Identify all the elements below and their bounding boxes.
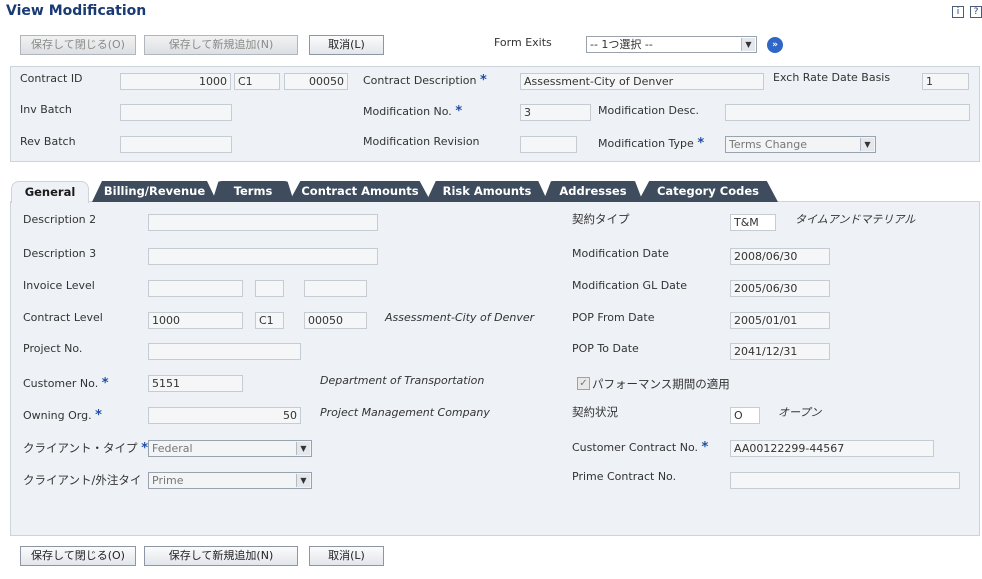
footer-save-close-button[interactable]: 保存して閉じる(O)	[20, 546, 136, 566]
cancel-button[interactable]: 取消(L)	[309, 35, 384, 55]
pop-apply-label: パフォーマンス期間の適用	[592, 377, 730, 391]
project-no-field[interactable]	[148, 343, 301, 360]
client-sub-select[interactable]: Prime ▼	[148, 472, 312, 489]
desc3-field[interactable]	[148, 248, 378, 265]
rev-batch-label: Rev Batch	[20, 135, 76, 148]
chevron-down-icon: ▼	[296, 474, 310, 487]
footer-cancel-button[interactable]: 取消(L)	[309, 546, 384, 566]
customer-no-label: Customer No. *	[23, 376, 109, 391]
client-type-value: Federal	[152, 442, 193, 455]
mod-desc-field[interactable]	[725, 104, 970, 121]
project-no-label: Project No.	[23, 342, 83, 355]
mod-type-value: Terms Change	[729, 138, 808, 151]
footer-save-add-button[interactable]: 保存して新規追加(N)	[144, 546, 298, 566]
contract-status-desc: オープン	[778, 406, 822, 419]
mod-rev-field[interactable]	[520, 136, 577, 153]
desc2-label: Description 2	[23, 213, 97, 226]
client-type-label: クライアント・タイプ *	[23, 441, 149, 456]
mod-type-label: Modification Type *	[598, 136, 705, 151]
form-exits-label: Form Exits	[494, 36, 552, 49]
tab-terms[interactable]: Terms	[212, 181, 294, 202]
inv-batch-label: Inv Batch	[20, 103, 72, 116]
mod-desc-label: Modification Desc.	[598, 104, 700, 117]
owning-org-label: Owning Org. *	[23, 408, 102, 423]
invoice-level-field-3[interactable]	[304, 280, 367, 297]
pop-to-field[interactable]: 2041/12/31	[730, 343, 830, 360]
contract-company-field[interactable]: C1	[234, 73, 280, 90]
owning-org-desc: Project Management Company	[320, 406, 490, 419]
tab-billing-revenue[interactable]: Billing/Revenue	[92, 181, 217, 202]
mod-rev-label: Modification Revision	[363, 135, 480, 148]
mod-gl-date-label: Modification GL Date	[572, 279, 687, 292]
contract-id-label: Contract ID	[20, 72, 83, 85]
contract-status-field[interactable]: O	[730, 407, 760, 424]
contract-level-field-2[interactable]: C1	[255, 312, 284, 329]
invoice-level-field-1[interactable]	[148, 280, 243, 297]
pop-to-label: POP To Date	[572, 342, 639, 355]
form-exits-value: -- 1つ選択 --	[590, 38, 653, 51]
required-icon: *	[701, 440, 709, 455]
customer-no-field[interactable]: 5151	[148, 375, 243, 392]
exch-rate-field[interactable]: 1	[922, 73, 969, 90]
required-icon: *	[479, 73, 487, 88]
desc3-label: Description 3	[23, 247, 97, 260]
tab-category-codes[interactable]: Category Codes	[638, 181, 778, 202]
mod-date-field[interactable]: 2008/06/30	[730, 248, 830, 265]
go-arrow-icon[interactable]: »	[767, 37, 783, 53]
client-type-select[interactable]: Federal ▼	[148, 440, 312, 457]
info-icon[interactable]: i	[952, 6, 964, 18]
contract-level-field-1[interactable]: 1000	[148, 312, 243, 329]
form-exits-select[interactable]: -- 1つ選択 -- ▼	[586, 36, 757, 53]
pop-from-label: POP From Date	[572, 311, 655, 324]
inv-batch-field[interactable]	[120, 104, 232, 121]
rev-batch-field[interactable]	[120, 136, 232, 153]
contract-desc-field[interactable]: Assessment-City of Denver	[520, 73, 764, 90]
mod-no-field[interactable]: 3	[520, 104, 591, 121]
cust-contract-label: Customer Contract No. *	[572, 440, 709, 455]
tab-addresses[interactable]: Addresses	[543, 181, 643, 202]
page-title: View Modification	[6, 3, 147, 19]
contract-level-label: Contract Level	[23, 311, 103, 324]
contract-suffix-field[interactable]: 00050	[284, 73, 348, 90]
contract-level-field-3[interactable]: 00050	[304, 312, 367, 329]
contract-type-desc: タイムアンドマテリアル	[795, 213, 916, 226]
chevron-down-icon: ▼	[296, 442, 310, 455]
prime-contract-field[interactable]	[730, 472, 960, 489]
required-icon: *	[101, 376, 109, 391]
mod-no-label: Modification No. *	[363, 104, 463, 119]
desc2-field[interactable]	[148, 214, 378, 231]
required-icon: *	[455, 104, 463, 119]
invoice-level-label: Invoice Level	[23, 279, 95, 292]
required-icon: *	[95, 408, 102, 423]
invoice-level-field-2[interactable]	[255, 280, 284, 297]
help-icon[interactable]: ?	[970, 6, 982, 18]
contract-level-desc: Assessment-City of Denver	[385, 311, 535, 324]
mod-date-label: Modification Date	[572, 247, 669, 260]
tab-general[interactable]: General	[11, 181, 89, 203]
contract-status-label: 契約状況	[572, 405, 618, 419]
client-sub-value: Prime	[152, 474, 184, 487]
pop-from-field[interactable]: 2005/01/01	[730, 312, 830, 329]
mod-gl-date-field[interactable]: 2005/06/30	[730, 280, 830, 297]
required-icon: *	[141, 441, 149, 456]
prime-contract-label: Prime Contract No.	[572, 470, 677, 483]
tab-contract-amounts[interactable]: Contract Amounts	[289, 181, 431, 202]
contract-type-field[interactable]: T&M	[730, 214, 776, 231]
mod-type-select[interactable]: Terms Change ▼	[725, 136, 876, 153]
save-close-button[interactable]: 保存して閉じる(O)	[20, 35, 136, 55]
chevron-down-icon: ▼	[741, 38, 755, 51]
client-sub-label: クライアント/外注タイプ	[23, 473, 140, 487]
customer-desc: Department of Transportation	[320, 374, 485, 387]
checkbox-checked-icon[interactable]: ✓	[577, 377, 590, 390]
contract-type-label: 契約タイプ	[572, 212, 630, 226]
owning-org-field[interactable]: 50	[148, 407, 301, 424]
required-icon: *	[697, 136, 705, 151]
tab-risk-amounts[interactable]: Risk Amounts	[426, 181, 548, 202]
chevron-down-icon: ▼	[860, 138, 874, 151]
cust-contract-field[interactable]: AA00122299-44567	[730, 440, 934, 457]
contract-desc-label: Contract Description *	[363, 73, 487, 88]
exch-rate-label: Exch Rate Date Basis	[773, 71, 891, 84]
contract-id-field[interactable]: 1000	[120, 73, 231, 90]
save-add-button[interactable]: 保存して新規追加(N)	[144, 35, 298, 55]
